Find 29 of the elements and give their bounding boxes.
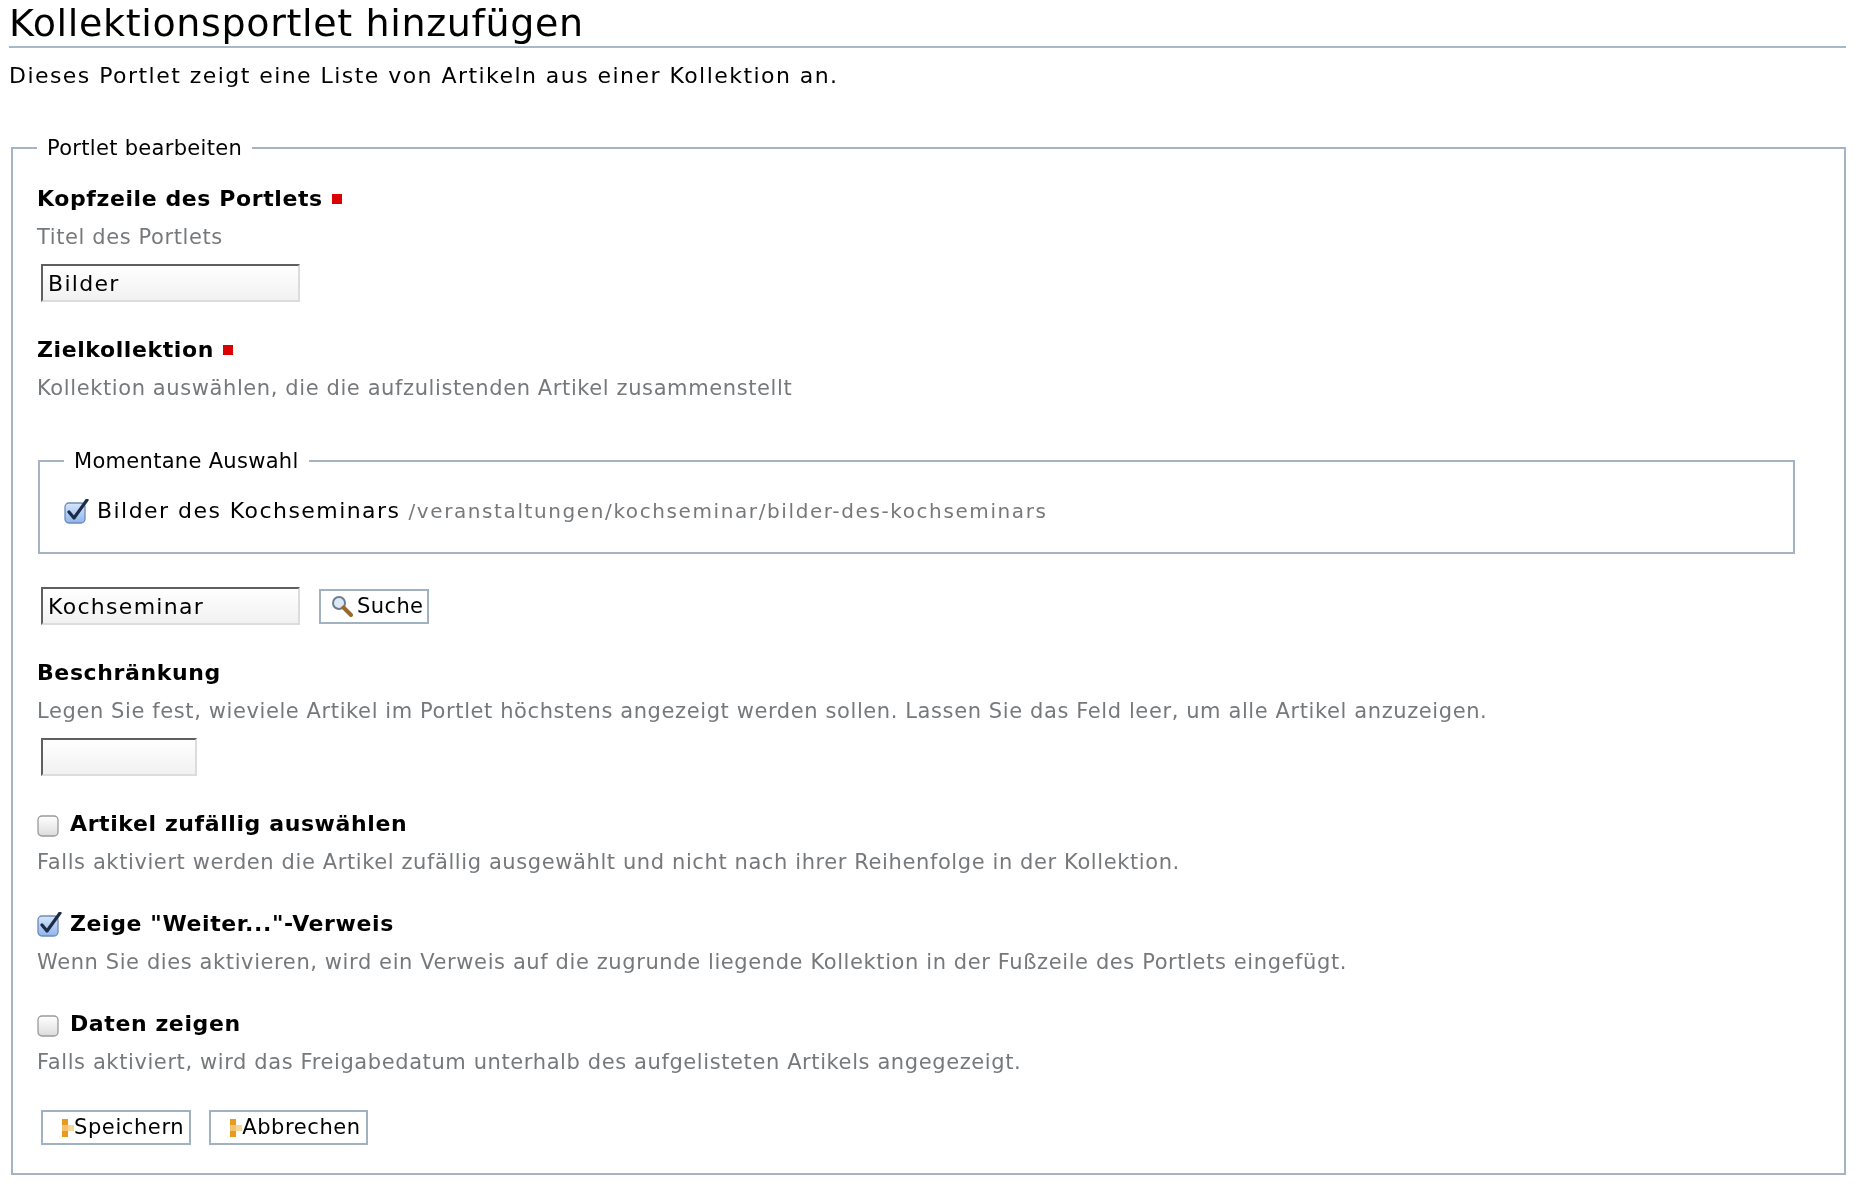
- search-icon: [331, 595, 353, 617]
- help-text: Legen Sie fest, wieviele Artikel im Portlet höchstens angezeigt werden sollen. Lassen Sie das Feld leer, um alle Artikel anzuzeigen.: [37, 698, 1489, 725]
- panel-legend: Momentane Auswahl: [64, 447, 309, 475]
- input-field[interactable]: [41, 738, 197, 776]
- help-text: Kollektion auswählen, die die aufzulistenden Artikel zusammenstellt: [37, 375, 794, 402]
- help-text: Falls aktiviert werden die Artikel zufällig ausgewählt und nicht nach ihrer Reihenfolge in der Kollektion.: [37, 849, 1181, 876]
- pixel-arrow-icon: [230, 1118, 243, 1137]
- input-field[interactable]: Kochseminar: [41, 587, 300, 625]
- page-description: Dieses Portlet zeigt eine Liste von Artikeln aus einer Kollektion an.: [9, 62, 840, 90]
- checkbox-label: Zeige "Weiter..."-Verweis: [70, 910, 394, 938]
- checkbox[interactable]: [64, 498, 89, 524]
- panel-legend: Portlet bearbeiten: [37, 134, 252, 162]
- page-title: Kollektionsportlet hinzufügen: [9, 0, 1846, 48]
- pixel-arrow-icon: [62, 1118, 74, 1137]
- action-button[interactable]: Abbrechen: [209, 1110, 368, 1145]
- input-field[interactable]: Bilder: [41, 264, 300, 302]
- checkbox-label: Daten zeigen: [70, 1010, 241, 1038]
- search-button[interactable]: Suche: [319, 588, 430, 624]
- field-label: Zielkollektion: [37, 336, 214, 364]
- checkbox-label: Artikel zufällig auswählen: [70, 810, 408, 838]
- collection-path: /veranstaltungen/kochseminar/bilder-des-kochseminars: [408, 498, 1048, 525]
- checkbox[interactable]: [37, 911, 62, 937]
- action-button[interactable]: Speichern: [41, 1110, 192, 1145]
- field-label: Kopfzeile des Portlets: [37, 185, 323, 213]
- field-label: Beschränkung: [37, 659, 221, 687]
- help-text: Wenn Sie dies aktivieren, wird ein Verweis auf die zugrunde liegende Kollektion in der Fußzeile des Portlets eingefügt.: [37, 949, 1349, 976]
- help-text: Falls aktiviert, wird das Freigabedatum unterhalb des aufgelisteten Artikels angegezeigt.: [37, 1049, 1023, 1076]
- help-text: Titel des Portlets: [37, 224, 224, 251]
- collection-title: Bilder des Kochseminars: [97, 497, 401, 525]
